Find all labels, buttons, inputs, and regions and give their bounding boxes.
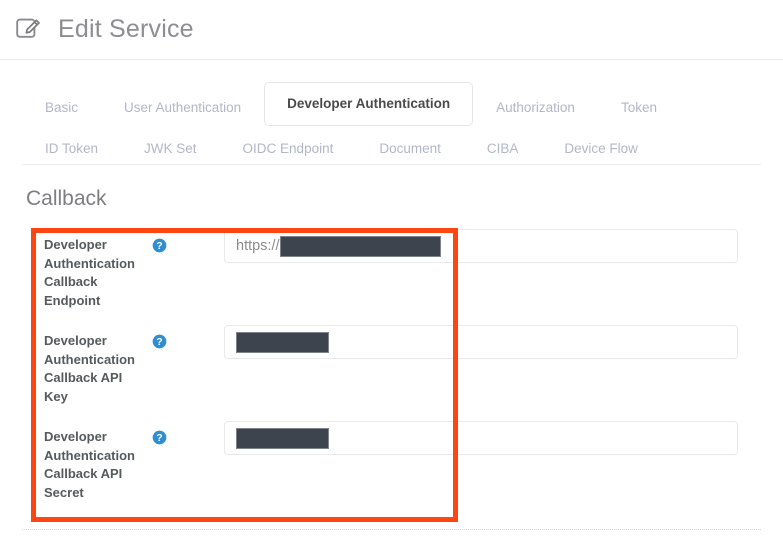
callback-form: Developer Authentication Callback Endpoi…	[0, 225, 783, 513]
input-callback-endpoint[interactable]: https://	[224, 229, 738, 263]
help-circle-icon[interactable]: ?	[152, 430, 167, 445]
field-input-cell	[224, 321, 783, 359]
label-callback-api-key: Developer Authentication Callback API Ke…	[44, 333, 135, 404]
svg-text:?: ?	[156, 240, 162, 252]
tab-navigation: Basic User Authentication Developer Auth…	[0, 60, 783, 165]
tab-device-flow[interactable]: Device Flow	[541, 134, 661, 164]
tab-token[interactable]: Token	[598, 90, 680, 126]
bottom-divider	[22, 529, 761, 530]
tab-row-secondary: ID Token JWK Set OIDC Endpoint Document …	[22, 126, 761, 165]
tab-basic[interactable]: Basic	[22, 90, 101, 126]
tab-row-primary: Basic User Authentication Developer Auth…	[22, 81, 761, 126]
label-callback-endpoint: Developer Authentication Callback Endpoi…	[44, 237, 135, 308]
field-label-cell: Developer Authentication Callback API Se…	[44, 417, 224, 502]
help-circle-icon[interactable]: ?	[152, 334, 167, 349]
page-header: Edit Service	[0, 0, 783, 60]
tab-user-authentication[interactable]: User Authentication	[101, 90, 264, 126]
field-input-cell: https://	[224, 225, 783, 263]
help-circle-icon[interactable]: ?	[152, 238, 167, 253]
svg-text:?: ?	[156, 432, 162, 444]
tab-ciba[interactable]: CIBA	[464, 134, 542, 164]
field-label-cell: Developer Authentication Callback Endpoi…	[44, 225, 224, 310]
field-row-callback-api-key: Developer Authentication Callback API Ke…	[0, 321, 783, 417]
field-input-cell	[224, 417, 783, 455]
tab-jwk-set[interactable]: JWK Set	[121, 134, 220, 164]
tab-developer-authentication[interactable]: Developer Authentication	[264, 81, 474, 126]
field-label-cell: Developer Authentication Callback API Ke…	[44, 321, 224, 406]
svg-text:?: ?	[156, 336, 162, 348]
tab-document[interactable]: Document	[356, 134, 464, 164]
tab-authorization[interactable]: Authorization	[473, 90, 598, 126]
page-title: Edit Service	[58, 15, 194, 43]
scheme-prefix: https://	[236, 238, 280, 254]
field-row-callback-endpoint: Developer Authentication Callback Endpoi…	[0, 225, 783, 321]
redaction-bar	[236, 427, 329, 449]
edit-pencil-icon	[16, 18, 40, 38]
redaction-bar	[236, 331, 329, 353]
tab-id-token[interactable]: ID Token	[22, 134, 121, 164]
section-title-callback: Callback	[26, 187, 107, 210]
field-row-callback-api-secret: Developer Authentication Callback API Se…	[0, 417, 783, 513]
input-callback-api-secret[interactable]	[224, 421, 738, 455]
input-callback-api-key[interactable]	[224, 325, 738, 359]
redaction-bar	[279, 235, 441, 257]
label-callback-api-secret: Developer Authentication Callback API Se…	[44, 429, 135, 500]
tab-oidc-endpoint[interactable]: OIDC Endpoint	[220, 134, 357, 164]
